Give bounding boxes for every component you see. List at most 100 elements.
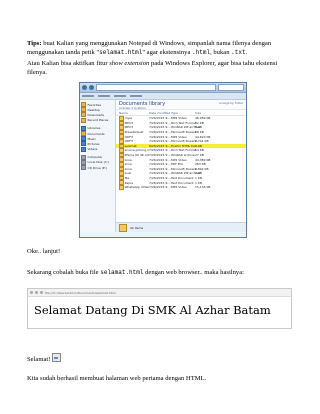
file-cell: MP4 Video [171,185,187,190]
forward-icon [89,85,94,90]
folder-icon [119,223,127,232]
closing-paragraph: Kita sudah berhasil membuat halaman web … [27,375,207,382]
sidebar-item-label: Recent Places [87,118,109,123]
browser-button-icon [30,291,33,294]
explorer-titlebar [80,83,246,93]
file-cell: Rich Text Format [171,120,197,125]
folder-icon [81,146,86,152]
column-header: Type [171,110,178,115]
library-subtitle: Includes: 2 locations [119,107,146,110]
file-cell: WinRAR ZIP archive [171,171,201,176]
file-cell: Rich Text Format [171,148,197,153]
file-cell: 7/26/2015 9:... [149,130,172,135]
file-cell: 7/26/2015 9:... [149,153,172,158]
browser-button-icon [35,291,38,294]
sidebar-item-label: Videos [87,147,98,152]
selamat-text: Selamat! [27,356,51,363]
file-cell: 7/26/2015 9:... [149,171,172,176]
file-cell: MP4 Video [171,157,187,162]
file-cell: 7/26/2015 9:... [149,176,172,181]
sidebar-item-label: Libraries [87,126,101,131]
file-cell: 15,136 KB [195,185,211,190]
status-bar: 42 items [116,222,246,232]
file-cell: 7/26/2015 9:... [149,116,172,121]
file-cell: PDF File [171,162,183,167]
file-cell: 7/26/2015 9:... [149,139,172,144]
file-cell: 8 KB [195,125,202,130]
image-icon [52,353,62,362]
file-cell: 7/26/2015 9:... [149,162,172,167]
code-selamat-html-2: selamat.html [100,269,144,276]
sidebar-item-label: Computer [87,155,103,160]
browser-button-icon [40,291,43,294]
sidebar-item-label: Pictures [87,141,100,146]
browser-screenshot: file:///C:/Users/Admin/Documents/selamat… [27,288,292,329]
file-cell: 14 KB [195,148,204,153]
sidebar-item-label: Music [87,136,97,141]
toolbar-item [98,95,110,97]
file-cell: 44,620 KB [195,134,211,139]
file-name: WhatsApp Video 2020-07-21 at 08.35.46 [124,185,149,190]
search-box [218,84,244,91]
file-cell: 7/26/2015 9:... [149,148,172,153]
file-cell: MP4 Video [171,134,187,139]
activate-paragraph: Atau Kalian bisa aktifkan fitur show ext… [27,59,293,77]
toolbar-item [82,95,94,97]
file-cell: 7/26/2015 9:... [149,134,172,139]
file-cell: 7/26/2015 9:... [149,166,172,171]
back-icon [82,85,87,90]
activate-text: Atau Kalian bisa aktifkan fitur [27,60,110,67]
tip-paragraph: Tips: buat Kalian yang menggunakan Notep… [27,39,293,57]
address-bar [96,84,216,91]
code-txt-ext: .txt [231,49,246,56]
tip-text-4: . [245,49,248,56]
toolbar-item [130,95,142,97]
open-text-2: dengan web browser.. maka hasilnya: [143,269,244,276]
file-cell: 27 KB [195,153,204,158]
file-cell: 44,389 KB [195,157,211,162]
open-text: Sekarang cobalah buka file [27,269,101,276]
explorer-toolbar [80,93,246,100]
sidebar-item-label: Local Disk (C:) [87,160,110,165]
arrange-by: Arrange by: Folder [219,102,243,105]
file-cell: 32 KB [195,120,204,125]
file-icon [119,184,124,190]
file-cell: 7/26/2015 9:... [149,180,172,185]
sidebar-item-label: CD Drive (E:) [87,165,108,170]
code-html-ext: .html [192,49,211,56]
file-cell: 263 KB [195,162,206,167]
tip-text-2: " agar ekstensinya [142,49,193,56]
file-name-cell: WhatsApp Video 2020-07-21 at 08.35.46 [119,184,149,190]
file-cell: Firefox HTML Doc... [171,143,200,148]
page-heading: Selamat Datang Di SMK Al Azhar Batam [34,303,271,317]
file-cell: 1 KB [195,143,202,148]
file-cell: 8/26/2015 9:... [149,143,172,148]
file-cell: MP4 Video [171,116,187,121]
folder-icon [81,165,86,171]
sidebar-item-label: Documents [87,131,105,136]
column-header: Name [119,110,128,115]
sidebar-item-label: Downloads [87,112,104,117]
tip-text-3: , bukan [210,49,232,56]
file-cell: 1 KB [195,180,202,185]
file-cell: 7/26/2015 9:... [149,120,172,125]
browser-url: file:///C:/Users/Admin/Documents/selamat… [45,290,116,295]
oke-line: Oke.. lanjut! [27,248,61,255]
file-cell: WinRAR archive [171,153,195,158]
file-cell: 4 KB [195,171,202,176]
selamat-line: Selamat! [27,353,293,364]
toolbar-item [114,95,126,97]
browser-toolbar: file:///C:/Users/Admin/Documents/selamat… [28,289,291,297]
column-header: Date modified [149,110,171,115]
library-header: Documents library Includes: 2 locations … [116,100,246,110]
sidebar-item-label: Favorites [87,102,102,107]
file-cell: Microsoft PowerP... [171,166,199,171]
explorer-screenshot: Favorites Desktop Downloads Recent Places Li… [79,82,247,238]
open-paragraph: Sekarang cobalah buka file selamat.html … [27,268,293,277]
folder-icon [81,117,86,123]
file-cell: 2,892 KB [195,166,209,171]
column-header: Size [195,110,202,115]
file-cell: 7/26/2015 9:... [149,157,172,162]
show-extension-term: show extension [109,60,150,67]
explorer-file-list: Documents library Includes: 2 locations … [116,100,246,232]
